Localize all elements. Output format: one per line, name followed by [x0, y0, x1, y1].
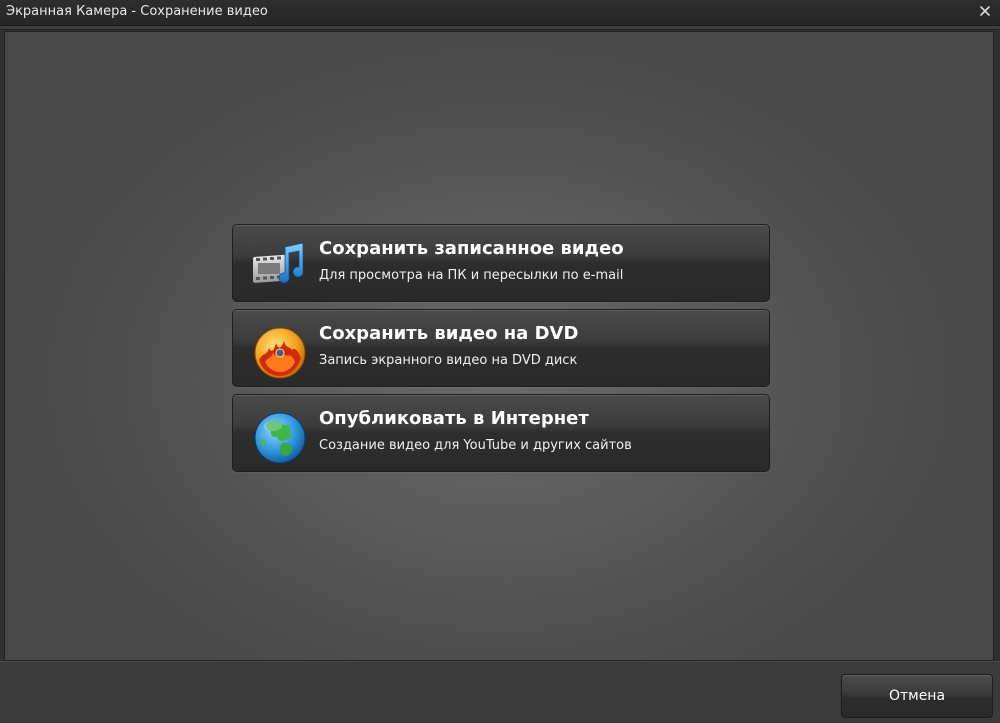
content-area: Сохранить записанное видео Для просмотра…: [4, 31, 994, 661]
window-title: Экранная Камера - Сохранение видео: [6, 4, 268, 19]
title-bar: Экранная Камера - Сохранение видео: [0, 0, 1000, 26]
footer-bar: Отмена: [0, 661, 1000, 723]
option-description: Для просмотра на ПК и пересылки по e-mai…: [319, 268, 624, 283]
option-title: Сохранить записанное видео: [319, 238, 624, 259]
option-title: Сохранить видео на DVD: [319, 323, 579, 344]
save-recorded-video-button[interactable]: Сохранить записанное видео Для просмотра…: [232, 224, 770, 302]
title-separator: [0, 26, 1000, 30]
close-icon[interactable]: [978, 4, 992, 18]
cancel-button[interactable]: Отмена: [841, 674, 993, 718]
publish-internet-button[interactable]: Опубликовать в Интернет Создание видео д…: [232, 394, 770, 472]
option-description: Запись экранного видео на DVD диск: [319, 353, 578, 368]
option-description: Создание видео для YouTube и других сайт…: [319, 438, 632, 453]
save-dvd-button[interactable]: Сохранить видео на DVD Запись экранного …: [232, 309, 770, 387]
save-options-list: Сохранить записанное видео Для просмотра…: [232, 224, 770, 479]
save-video-window: Экранная Камера - Сохранение видео Сохра…: [0, 0, 1000, 723]
film-music-icon: [253, 241, 307, 289]
option-title: Опубликовать в Интернет: [319, 408, 589, 429]
globe-icon: [253, 411, 307, 464]
dvd-burn-icon: [253, 326, 307, 379]
